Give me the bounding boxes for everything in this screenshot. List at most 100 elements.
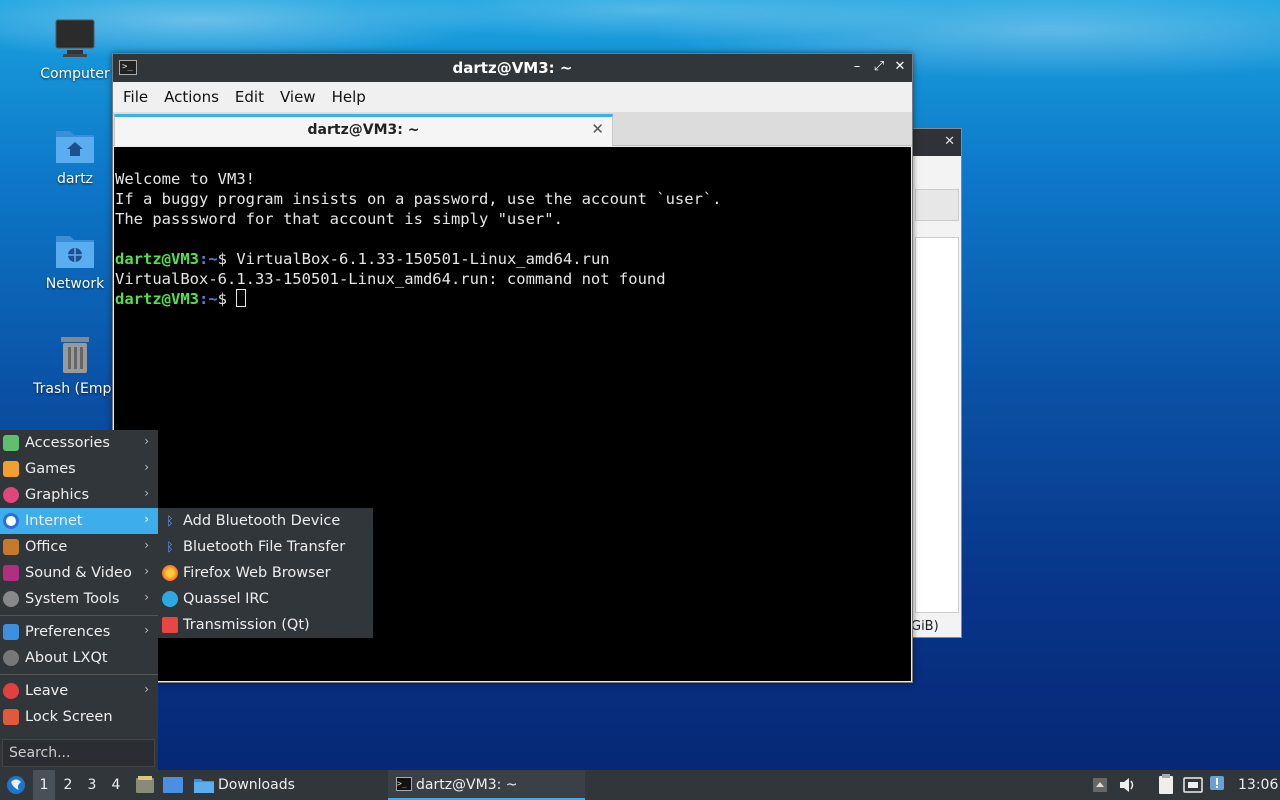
menu-category-internet[interactable]: Internet › bbox=[0, 508, 158, 534]
desktop-icon-computer[interactable]: Computer bbox=[25, 18, 125, 82]
menu-item-label: Add Bluetooth Device bbox=[183, 513, 341, 529]
chevron-right-icon: › bbox=[144, 682, 149, 696]
file-manager-launcher[interactable] bbox=[135, 770, 155, 800]
submenu-item-bluetooth-transfer[interactable]: ᛒ Bluetooth File Transfer bbox=[158, 534, 373, 560]
menu-category-sound-video[interactable]: Sound & Video › bbox=[0, 560, 158, 586]
menu-item-about[interactable]: About LXQt bbox=[0, 645, 158, 671]
chevron-up-icon bbox=[1093, 778, 1107, 792]
folder-icon bbox=[194, 779, 214, 793]
terminal-error-line: VirtualBox-6.1.33-150501-Linux_amd64.run… bbox=[115, 270, 666, 288]
menu-item-lock-screen[interactable]: Lock Screen bbox=[0, 704, 158, 730]
network-button[interactable] bbox=[1182, 770, 1204, 800]
chevron-right-icon: › bbox=[144, 512, 149, 526]
menu-category-accessories[interactable]: Accessories › bbox=[0, 430, 158, 456]
background-window-content bbox=[915, 237, 959, 613]
clipboard-icon bbox=[1159, 774, 1173, 794]
menu-item-label: Games bbox=[25, 461, 76, 477]
submenu-item-firefox[interactable]: Firefox Web Browser bbox=[158, 560, 373, 586]
menu-item-leave[interactable]: Leave › bbox=[0, 678, 158, 704]
volume-button[interactable] bbox=[1118, 770, 1138, 800]
close-button[interactable]: ✕ bbox=[891, 58, 909, 76]
start-menu-button[interactable] bbox=[5, 770, 27, 800]
desktop-switch-1[interactable]: 1 bbox=[33, 770, 55, 800]
close-icon[interactable]: ✕ bbox=[944, 134, 955, 149]
tray-expand-button[interactable] bbox=[1092, 770, 1108, 800]
menu-category-system-tools[interactable]: System Tools › bbox=[0, 586, 158, 612]
tab-close-icon[interactable]: ✕ bbox=[591, 120, 604, 138]
network-folder-icon bbox=[53, 228, 97, 272]
graphics-icon bbox=[3, 487, 19, 503]
desktop-switch-3[interactable]: 3 bbox=[81, 770, 103, 800]
clock[interactable]: 13:06 bbox=[1238, 770, 1278, 800]
background-window-status: GiB) bbox=[911, 619, 939, 634]
command-text: VirtualBox-6.1.33-150501-Linux_amd64.run bbox=[236, 250, 610, 268]
submenu-item-transmission[interactable]: Transmission (Qt) bbox=[158, 612, 373, 638]
desktop-icon-label: Trash (Empt bbox=[33, 381, 117, 397]
menu-category-games[interactable]: Games › bbox=[0, 456, 158, 482]
prompt-user: dartz@VM3 bbox=[115, 290, 199, 308]
desktop-icon-home[interactable]: dartz bbox=[25, 123, 125, 187]
prompt-path: :~ bbox=[199, 250, 218, 268]
application-menu: Accessories › Games › Graphics › Interne… bbox=[0, 430, 158, 770]
desktop-switch-2[interactable]: 2 bbox=[57, 770, 79, 800]
chevron-right-icon: › bbox=[144, 486, 149, 500]
menubar: File Actions Edit View Help bbox=[113, 82, 912, 112]
network-icon bbox=[1183, 777, 1203, 793]
terminal-line: Welcome to VM3! bbox=[115, 170, 255, 188]
update-notification-icon bbox=[1210, 776, 1224, 790]
menu-item-label: Quassel IRC bbox=[183, 591, 269, 607]
menu-category-office[interactable]: Office › bbox=[0, 534, 158, 560]
transmission-icon bbox=[162, 617, 178, 633]
submenu-item-add-bluetooth[interactable]: ᛒ Add Bluetooth Device bbox=[158, 508, 373, 534]
text-cursor bbox=[236, 289, 247, 307]
chevron-right-icon: › bbox=[144, 460, 149, 474]
bluetooth-icon: ᛒ bbox=[166, 540, 174, 554]
system-tools-icon bbox=[3, 591, 19, 607]
taskbar-item-terminal[interactable]: >_ dartz@VM3: ~ bbox=[388, 770, 585, 800]
desktop-icon-network[interactable]: Network bbox=[25, 228, 125, 292]
menu-view[interactable]: View bbox=[272, 88, 324, 106]
window-title: dartz@VM3: ~ bbox=[452, 59, 573, 77]
chevron-right-icon: › bbox=[144, 590, 149, 604]
menu-edit[interactable]: Edit bbox=[227, 88, 272, 106]
terminal-command-line: dartz@VM3:~$ VirtualBox-6.1.33-150501-Li… bbox=[115, 249, 911, 269]
home-folder-icon bbox=[53, 123, 97, 167]
desktop-icon-label: Network bbox=[45, 276, 105, 292]
internet-submenu: ᛒ Add Bluetooth Device ᛒ Bluetooth File … bbox=[158, 508, 373, 638]
submenu-item-quassel[interactable]: Quassel IRC bbox=[158, 586, 373, 612]
updates-button[interactable] bbox=[1208, 770, 1228, 800]
info-icon bbox=[3, 650, 19, 666]
office-icon bbox=[3, 539, 19, 555]
menu-item-label: About LXQt bbox=[25, 650, 108, 666]
desktop-switch-4[interactable]: 4 bbox=[105, 770, 127, 800]
menu-item-label: Office bbox=[25, 539, 68, 555]
window-titlebar[interactable]: >_ dartz@VM3: ~ – ⤢ ✕ bbox=[113, 54, 912, 82]
desktop-icon-label: dartz bbox=[56, 171, 94, 187]
games-icon bbox=[3, 461, 19, 477]
terminal-tab[interactable]: dartz@VM3: ~ ✕ bbox=[114, 114, 613, 146]
lock-icon bbox=[3, 709, 19, 725]
clipboard-button[interactable] bbox=[1156, 770, 1176, 800]
minimize-button[interactable]: – bbox=[848, 58, 866, 76]
taskbar-item-label: dartz@VM3: ~ bbox=[416, 777, 518, 793]
show-desktop-icon bbox=[163, 777, 183, 793]
menu-item-label: Transmission (Qt) bbox=[183, 617, 310, 633]
menu-search-input[interactable]: Search... bbox=[2, 739, 155, 767]
menu-item-preferences[interactable]: Preferences › bbox=[0, 619, 158, 645]
show-desktop-button[interactable] bbox=[162, 770, 184, 800]
prompt-user: dartz@VM3 bbox=[115, 250, 199, 268]
prompt-path: :~ bbox=[199, 290, 218, 308]
menu-file[interactable]: File bbox=[115, 88, 156, 106]
maximize-button[interactable]: ⤢ bbox=[870, 58, 888, 76]
power-icon bbox=[3, 683, 19, 699]
bluetooth-icon: ᛒ bbox=[166, 514, 174, 528]
menu-actions[interactable]: Actions bbox=[156, 88, 227, 106]
menu-item-label: Sound & Video bbox=[25, 565, 132, 581]
menu-help[interactable]: Help bbox=[324, 88, 374, 106]
menu-category-graphics[interactable]: Graphics › bbox=[0, 482, 158, 508]
taskbar-item-downloads[interactable]: Downloads bbox=[194, 770, 295, 800]
desktop-icon-trash[interactable]: Trash (Empt bbox=[25, 333, 125, 397]
taskbar: 1 2 3 4 Downloads >_ dartz@VM3: ~ 13:06 bbox=[0, 770, 1280, 800]
accessories-icon bbox=[3, 435, 19, 451]
